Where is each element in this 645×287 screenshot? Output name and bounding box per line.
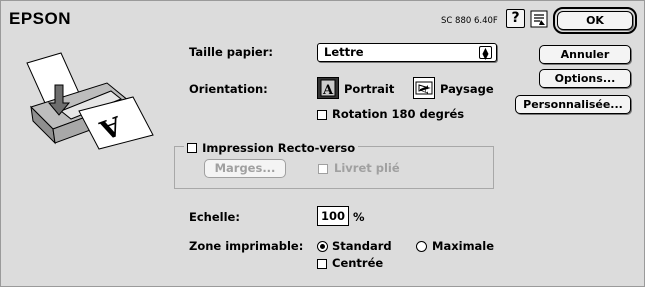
custom-button[interactable]: Personnalisée... [515,95,631,114]
paper-size-select[interactable]: Lettre ▲ ▼ [317,43,497,62]
cancel-button[interactable]: Annuler [539,45,631,64]
rotate-180-checkbox[interactable] [317,110,327,120]
portrait-orientation-icon[interactable]: A [317,77,339,99]
centered-label[interactable]: Centrée [332,256,383,270]
centered-checkbox[interactable] [317,259,327,269]
page-setup-dialog: EPSON SC 880 6.40F ? OK Annuler Options.… [0,0,645,287]
maximal-label[interactable]: Maximale [432,239,494,253]
duplex-header: Impression Recto-verso [184,137,359,156]
svg-text:A: A [322,83,334,98]
ok-button[interactable]: OK [553,7,637,34]
printer-illustration: A [21,49,161,159]
paper-size-value: Lettre [324,45,364,59]
duplex-checkbox[interactable] [187,143,197,153]
printer-info-icon[interactable] [530,10,548,28]
rotate-180-label[interactable]: Rotation 180 degrés [332,107,464,121]
maximal-radio[interactable] [416,241,427,252]
booklet-label[interactable]: Livret plié [334,161,400,175]
standard-radio[interactable] [317,241,328,252]
driver-version: SC 880 6.40F [441,16,498,26]
chevron-up-down-icon: ▲ ▼ [479,46,492,61]
brand-logo: EPSON [9,9,72,28]
options-button[interactable]: Options... [539,69,631,88]
scale-label: Echelle: [189,210,240,224]
orientation-label: Orientation: [189,82,268,96]
margins-button[interactable]: Marges... [204,159,286,178]
scale-input[interactable]: 100 [317,206,349,226]
scale-unit: % [353,210,365,224]
landscape-orientation-icon[interactable]: A [413,77,435,99]
booklet-checkbox[interactable] [318,164,328,174]
paper-size-label: Taille papier: [189,45,273,59]
duplex-label[interactable]: Impression Recto-verso [202,141,355,155]
standard-label[interactable]: Standard [332,239,392,253]
landscape-label[interactable]: Paysage [440,82,494,96]
portrait-label[interactable]: Portrait [344,82,394,96]
help-icon[interactable]: ? [506,9,525,28]
printable-area-label: Zone imprimable: [189,239,304,253]
